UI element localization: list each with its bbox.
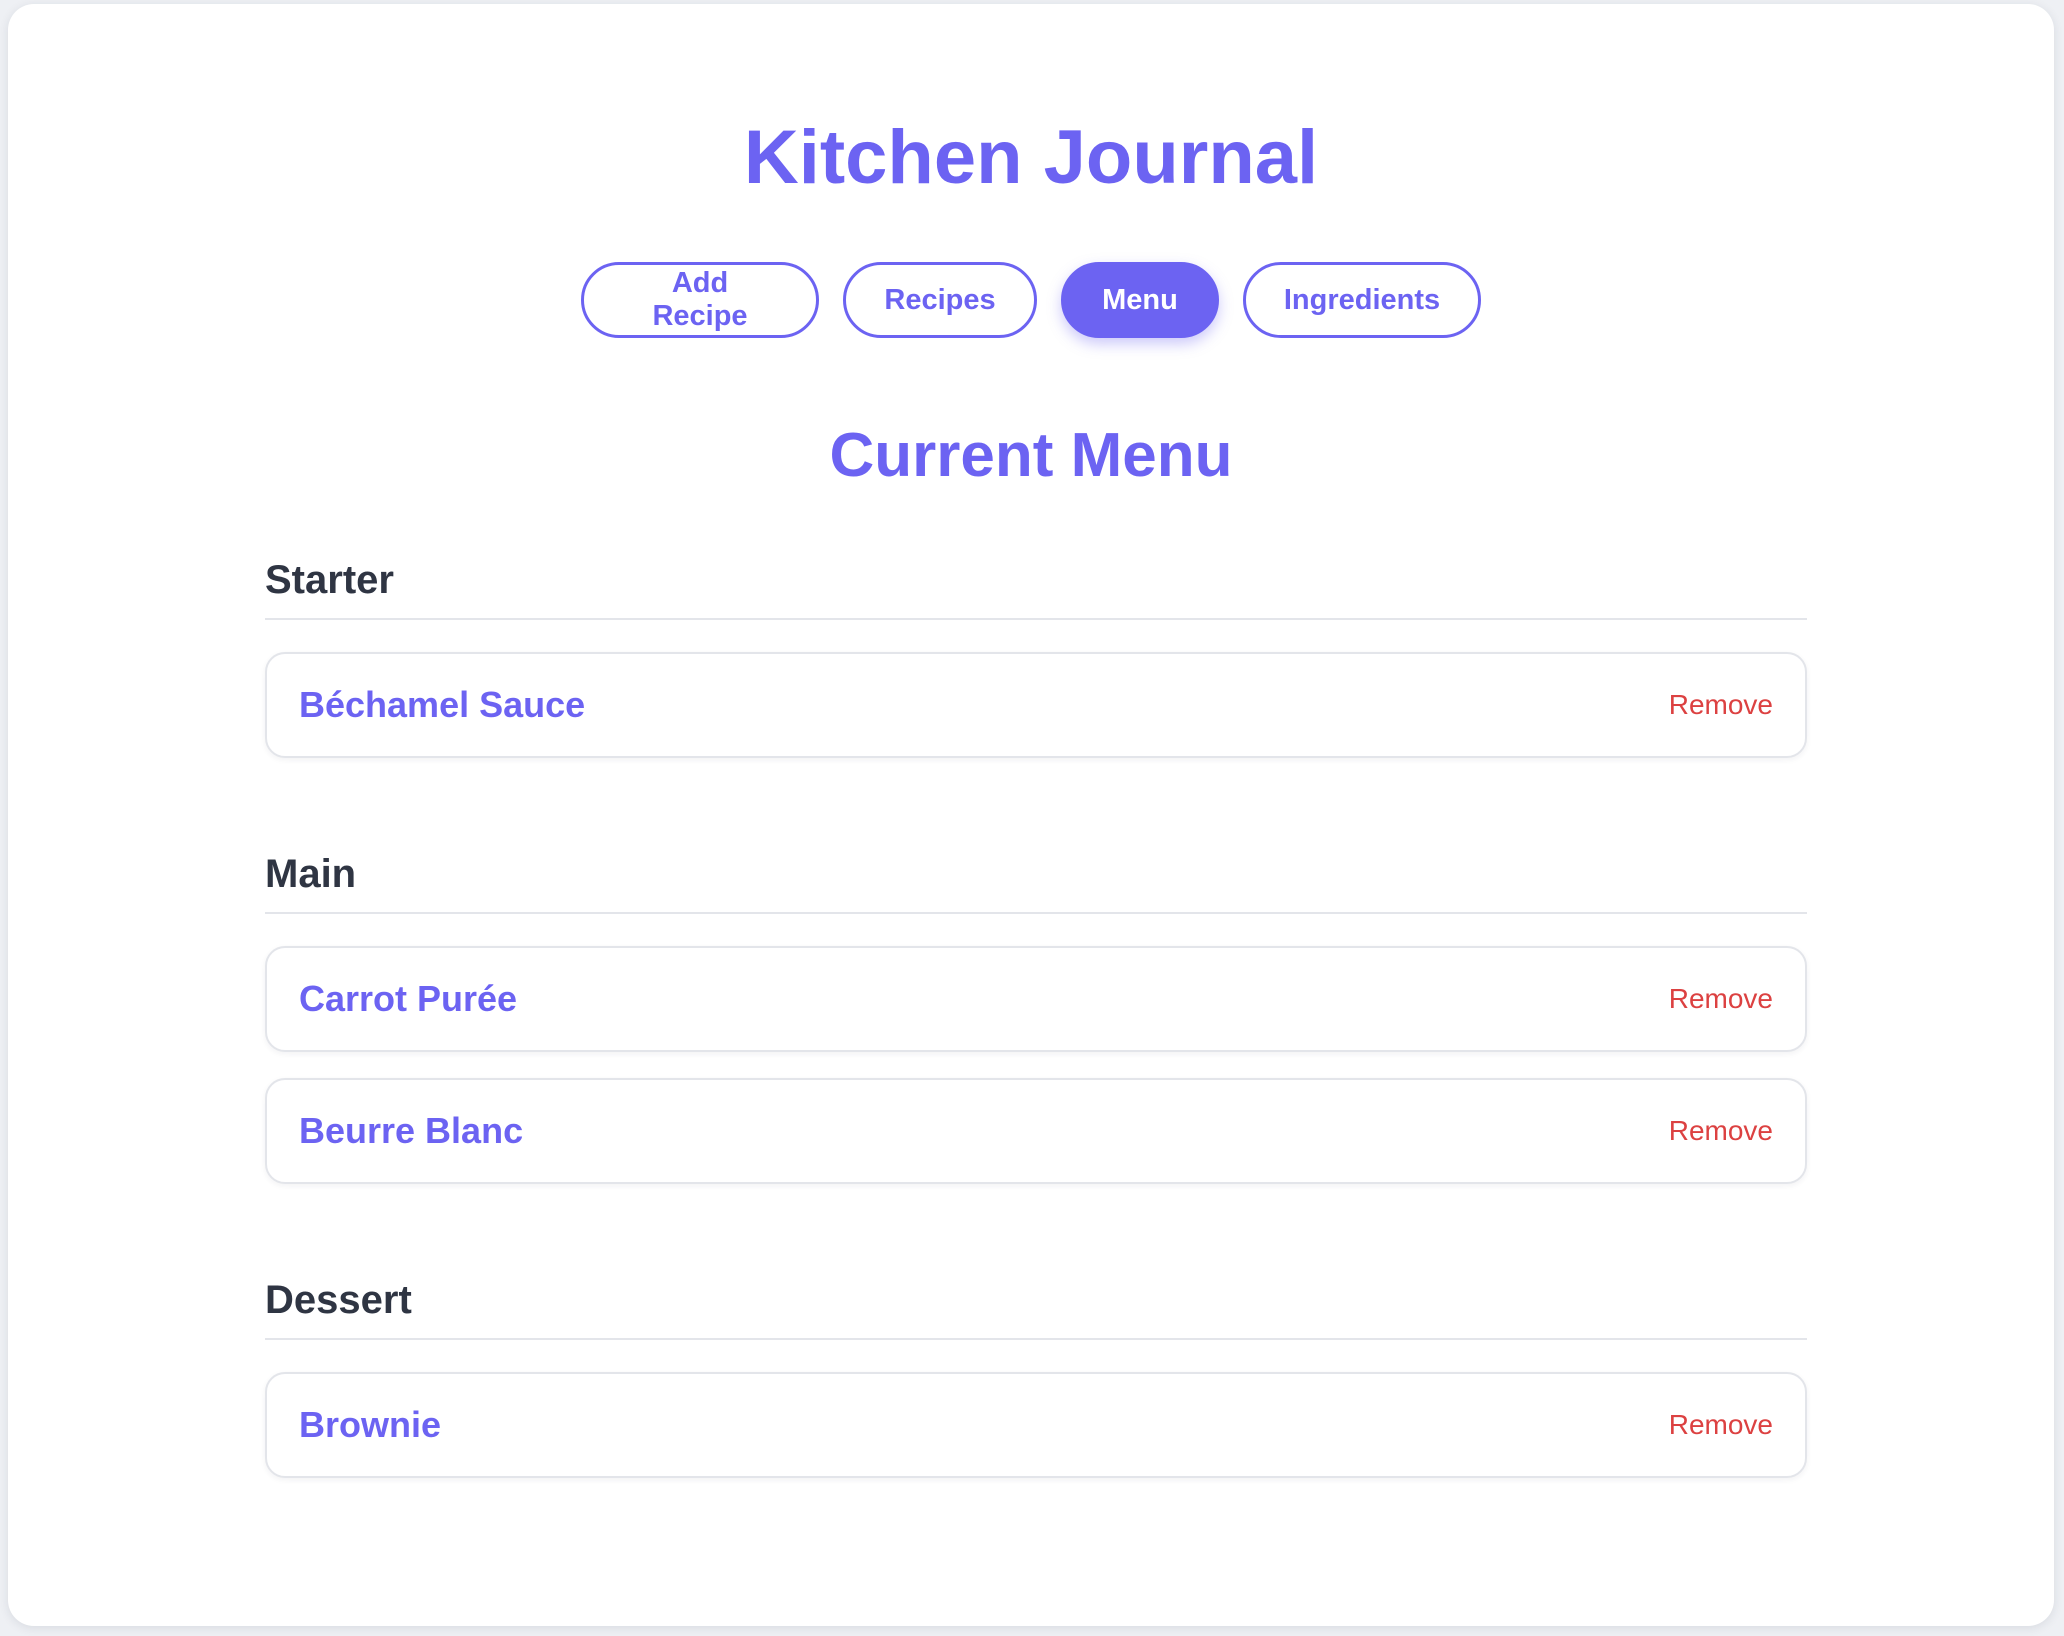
course-items: Béchamel Sauce Remove (265, 652, 1807, 758)
menu-item: Carrot Purée Remove (265, 946, 1807, 1052)
menu-item-name[interactable]: Brownie (299, 1404, 441, 1446)
menu-item-name[interactable]: Béchamel Sauce (299, 684, 585, 726)
remove-button[interactable]: Remove (1669, 983, 1773, 1015)
course-header: Dessert (265, 1276, 1807, 1340)
remove-button[interactable]: Remove (1669, 689, 1773, 721)
course-main: Main Carrot Purée Remove Beurre Blanc Re… (265, 850, 1807, 1184)
menu-item: Beurre Blanc Remove (265, 1078, 1807, 1184)
remove-button[interactable]: Remove (1669, 1409, 1773, 1441)
remove-button[interactable]: Remove (1669, 1115, 1773, 1147)
app-card: Kitchen Journal Add Recipe Recipes Menu … (8, 4, 2054, 1626)
nav-add-recipe-button[interactable]: Add Recipe (581, 262, 819, 338)
nav-recipes-button[interactable]: Recipes (843, 262, 1037, 338)
main-nav: Add Recipe Recipes Menu Ingredients (8, 262, 2054, 338)
course-header: Main (265, 850, 1807, 914)
course-dessert: Dessert Brownie Remove (265, 1276, 1807, 1478)
menu-item: Brownie Remove (265, 1372, 1807, 1478)
nav-menu-button[interactable]: Menu (1061, 262, 1219, 338)
menu-item-name[interactable]: Carrot Purée (299, 978, 517, 1020)
menu-item-name[interactable]: Beurre Blanc (299, 1110, 523, 1152)
menu-title: Current Menu (829, 421, 1233, 490)
nav-ingredients-button[interactable]: Ingredients (1243, 262, 1481, 338)
course-starter: Starter Béchamel Sauce Remove (265, 556, 1807, 758)
menu-item: Béchamel Sauce Remove (265, 652, 1807, 758)
course-header: Starter (265, 556, 1807, 620)
course-items: Brownie Remove (265, 1372, 1807, 1478)
course-items: Carrot Purée Remove Beurre Blanc Remove (265, 946, 1807, 1184)
app-title: Kitchen Journal (743, 115, 1319, 200)
